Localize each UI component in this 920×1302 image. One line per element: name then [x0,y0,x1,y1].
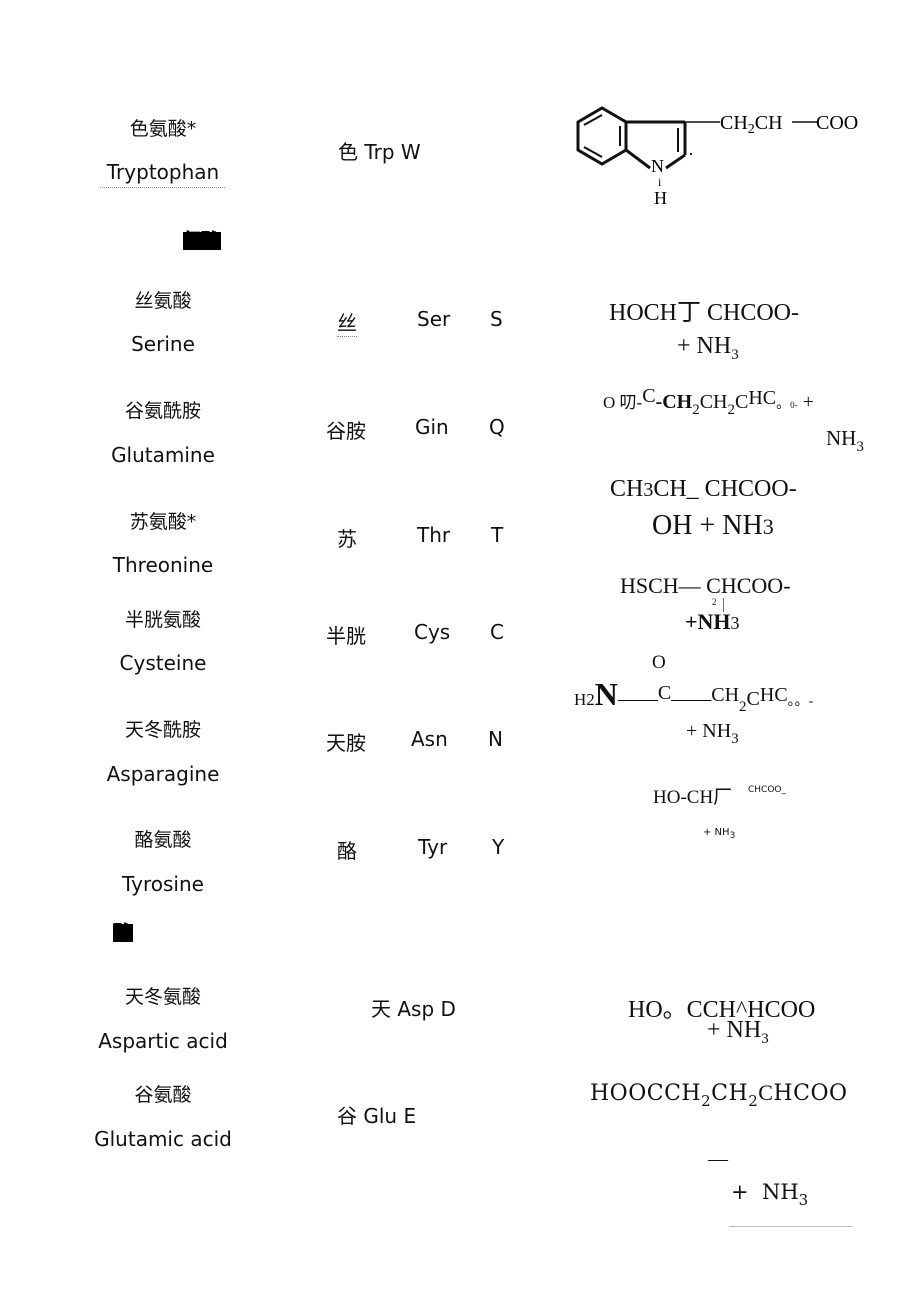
formula-asparagine-line2: + NH3 [686,720,739,747]
three-letter-glutamine: Gin [415,415,449,439]
formula-aspartic-line2: + NH3 [707,1017,769,1047]
short-cn-asparagine: 天胺 [326,731,366,755]
divider [100,187,225,188]
en-name-tryptophan: Tryptophan [106,160,220,184]
nitrogen-label: N [651,156,664,176]
cn-name-asparagine: 天冬酰胺 [124,719,201,741]
formula-glutamic-line1: HOOCCH2CH2CHCOO [590,1080,848,1110]
formula-serine-line1: HOCH丁 CHCOO- [609,300,800,326]
chain-ch2: CH2CH [720,112,783,137]
one-letter-asparagine: N [488,727,503,751]
cn-name-tryptophan: 色氨酸* [129,118,197,140]
formula-tyrosine-line2: + NH3 [703,827,736,841]
en-name-aspartic-acid: Aspartic acid [98,1029,228,1053]
dot: · [688,144,694,164]
cn-name-tyrosine: 酪氨酸 [134,829,192,851]
abbr-tryptophan: 色 Trp W [338,140,421,164]
en-name-glutamic-acid: Glutamic acid [94,1127,232,1151]
cn-name-cysteine: 半胱氨酸 [124,609,201,631]
formula-cysteine-line1: HSCH— CHCOO- [620,573,791,598]
formula-glutamine-line1: O 叨-C-CH2CH2CHC。0- + [603,385,814,418]
formula-cysteine-subscript: 2 [712,597,717,607]
short-cn-threonine: 苏 [337,527,357,551]
formula-glutamine-nh3: NH3 [826,426,864,455]
short-cn-tyrosine: 酪 [337,839,357,863]
formula-threonine-line2: OH + NH3 [652,510,774,541]
cn-name-aspartic-acid: 天冬氨酸 [124,986,201,1008]
formula-serine-line2: + NH3 [677,333,739,363]
en-name-threonine: Threonine [112,553,214,577]
section-header-acidic: 酸 [113,922,133,943]
cn-name-threonine: 苏氨酸* [129,511,197,533]
hydrogen-label: H [654,188,667,208]
divider [729,1226,852,1227]
en-name-asparagine: Asparagine [106,762,220,786]
formula-tyrosine-small: CHCOO_ [748,785,787,795]
one-letter-threonine: T [491,523,504,547]
one-letter-tyrosine: Y [492,835,505,859]
formula-threonine-line1: CH3CH_ CHCOO- [610,476,797,502]
en-name-cysteine: Cysteine [119,651,207,675]
short-cn-serine: 丝 [337,307,357,337]
abbr-glutamic-acid: 谷 Glu E [337,1104,417,1128]
en-name-glutamine: Glutamine [111,443,215,467]
formula-tyrosine-line1: HO-CH厂 [653,787,733,808]
formula-asparagine-oxygen: O [652,652,666,673]
one-letter-glutamine: Q [489,415,505,439]
cn-name-glutamic-acid: 谷氨酸 [134,1084,192,1106]
indole-structure: CH2CH COO N · i H [576,106,858,208]
three-letter-threonine: Thr [417,523,451,547]
three-letter-serine: Ser [417,307,451,331]
bond-mark: i [658,175,662,189]
formula-glutamic-dash: — [708,1148,728,1170]
short-cn-cysteine: 半胱 [326,624,366,648]
three-letter-tyrosine: Tyr [418,835,448,859]
abbr-aspartic-acid: 天 Asp D [371,997,456,1021]
benzene-ring [576,106,628,166]
one-letter-serine: S [490,307,503,331]
short-cn-glutamine: 谷胺 [326,419,366,443]
cn-name-glutamine: 谷氨酰胺 [124,400,201,422]
three-letter-cysteine: Cys [414,620,451,644]
en-name-tyrosine: Tyrosine [122,872,204,896]
formula-asparagine-line1: H2N——C——CH2CHC。。- [574,676,814,715]
en-name-serine: Serine [131,332,195,356]
one-letter-cysteine: C [490,620,504,644]
formula-glutamic-line2: + NH3 [731,1180,809,1209]
formula-cysteine-line2: +NH3 [685,609,740,634]
section-header-polar: 氨酸 [183,230,221,251]
cn-name-serine: 丝氨酸 [134,290,192,312]
three-letter-asparagine: Asn [411,727,448,751]
chain-coo: COO [816,112,858,134]
